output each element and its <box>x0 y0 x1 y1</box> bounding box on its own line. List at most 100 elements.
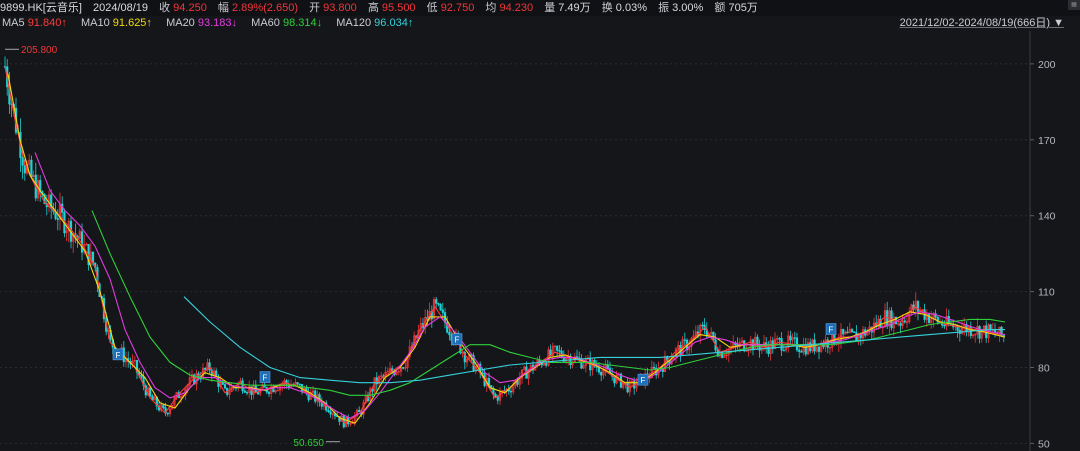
candle-body <box>223 384 227 389</box>
candle-body <box>683 339 686 341</box>
price-chart[interactable]: F F F F F 205.800 50.650 200 170 140 110 80 50 <box>0 31 1080 451</box>
turnover-label: 换 <box>601 2 613 14</box>
y-tick-label: 50 <box>1038 438 1050 450</box>
candle-body <box>243 390 246 393</box>
avg-label: 均 <box>485 2 497 14</box>
candle-body <box>30 159 33 178</box>
ma120-label: MA120 <box>336 17 372 29</box>
candle-body <box>435 299 438 304</box>
candle-body <box>798 349 801 352</box>
stock-symbol[interactable]: 9899.HK[云音乐] <box>0 2 82 14</box>
turnover-value: 0.03% <box>615 2 647 14</box>
candle-body <box>903 320 906 323</box>
candle-body <box>558 350 561 352</box>
event-marker-label: F <box>263 374 268 383</box>
candle-body <box>842 328 845 335</box>
quote-header: 9899.HK[云音乐] 2024/08/19 收 94.250 幅 2.89%… <box>0 0 1080 16</box>
min-price-label: 50.650 <box>293 438 324 449</box>
ma20-value: 93.183↓ <box>197 17 238 29</box>
window-corner-icon[interactable]: ▦ <box>1068 0 1080 10</box>
ma10-label: MA10 <box>80 17 110 29</box>
candle-body <box>221 381 224 385</box>
candle-body <box>899 323 902 326</box>
candle-body <box>804 344 807 355</box>
candle-body <box>402 367 405 369</box>
candle-body <box>241 380 244 392</box>
amplitude-value: 3.00% <box>672 2 704 14</box>
candle-body <box>943 324 946 327</box>
ma10-line <box>7 73 1006 424</box>
candle-body <box>494 393 497 397</box>
volume-value: 7.49万 <box>558 2 591 14</box>
candle-body <box>978 326 981 339</box>
candle-body <box>329 411 332 415</box>
candle-body <box>853 331 856 333</box>
candle-body <box>162 404 165 409</box>
y-tick-label: 170 <box>1038 135 1056 147</box>
candle-body <box>782 349 785 352</box>
high-value: 95.500 <box>381 2 416 14</box>
candle-body <box>556 345 559 351</box>
max-price-label: 205.800 <box>21 45 58 56</box>
candle-body <box>846 331 849 334</box>
candle-body <box>778 338 781 340</box>
candle-body <box>496 396 499 401</box>
candle-body <box>298 383 301 386</box>
candle-body <box>789 335 792 341</box>
candle-body <box>793 337 796 339</box>
y-tick-label: 200 <box>1038 59 1056 71</box>
candle-body <box>800 351 803 353</box>
close-label: 收 <box>159 2 171 14</box>
candle-body <box>208 362 211 371</box>
ma10-value: 91.625↑ <box>112 17 152 29</box>
event-marker-label: F <box>641 376 646 385</box>
ma5-value: 91.840↑ <box>27 17 67 29</box>
volume-label: 量 <box>544 2 556 14</box>
candle-body <box>817 346 821 352</box>
candle-body <box>441 309 444 313</box>
candle-body <box>437 303 440 305</box>
ma120-line <box>183 296 1005 384</box>
ma-lines <box>4 66 1006 424</box>
event-marker-label: F <box>455 336 460 345</box>
y-tick-label: 80 <box>1038 363 1050 375</box>
candle-body <box>80 231 84 253</box>
candle-body <box>166 412 169 415</box>
candle-body <box>795 337 799 351</box>
candlestick-series <box>3 56 1005 429</box>
candle-body <box>245 392 249 394</box>
y-tick-label: 110 <box>1038 287 1055 299</box>
candle-body <box>204 367 207 370</box>
event-marker-label: F <box>116 351 121 360</box>
amount-value: 705万 <box>728 2 758 14</box>
ma5-line <box>4 66 1006 424</box>
candle-body <box>701 324 704 327</box>
event-marker-label: F <box>829 326 834 335</box>
high-label: 高 <box>367 2 379 14</box>
amount-label: 额 <box>714 2 726 14</box>
change-value: 2.89%(2.650) <box>231 2 298 14</box>
candle-body <box>439 304 442 311</box>
ma20-label: MA20 <box>166 17 195 29</box>
candle-body <box>358 409 361 413</box>
candle-body <box>149 387 152 397</box>
candle-body <box>327 409 330 412</box>
candle-body <box>712 331 715 341</box>
y-tick-label: 140 <box>1038 211 1056 223</box>
date-range-text: 2021/12/02-2024/08/19(666日) <box>899 17 1051 29</box>
candle-body <box>267 391 271 395</box>
date-range-selector[interactable]: 2021/12/02-2024/08/19(666日) ▼ <box>900 16 1064 31</box>
open-label: 开 <box>309 2 321 14</box>
candle-body <box>56 218 59 220</box>
candle-body <box>850 329 854 333</box>
candle-body <box>600 371 603 376</box>
candle-body <box>448 331 451 336</box>
candle-body <box>597 367 601 373</box>
close-value: 94.250 <box>173 2 207 14</box>
ma60-label: MA60 <box>251 17 280 29</box>
candle-body <box>296 382 299 385</box>
candle-body <box>652 366 656 369</box>
candle-body <box>140 374 143 378</box>
candle-body <box>509 390 513 393</box>
ma120-value: 96.034↑ <box>374 17 414 29</box>
